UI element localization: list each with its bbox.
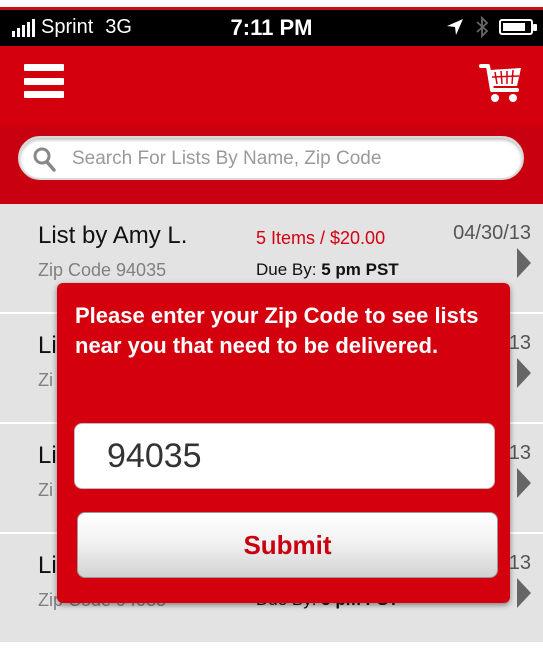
location-arrow-icon (447, 19, 463, 35)
list-items-price: 5 Items / $20.00 (256, 228, 386, 248)
list-name: Li (38, 442, 57, 469)
search-input[interactable] (72, 144, 512, 174)
top-edge (0, 0, 543, 10)
list-zip: Zi (38, 480, 53, 500)
navigation-bar (0, 46, 543, 126)
list-zip: Zi (38, 370, 53, 390)
chevron-right-icon[interactable] (517, 578, 531, 608)
list-date: 04/30/13 (453, 222, 531, 244)
list-date: 13 (508, 332, 531, 354)
list-date: 13 (508, 552, 531, 574)
search-icon (33, 147, 56, 172)
list-name: Li (38, 332, 57, 359)
chevron-right-icon[interactable] (517, 358, 531, 388)
chevron-right-icon[interactable] (517, 248, 531, 278)
bluetooth-icon (476, 16, 489, 38)
list-name: Li (38, 552, 57, 579)
shopping-cart-icon[interactable] (479, 58, 525, 106)
zip-code-input[interactable] (74, 423, 495, 489)
status-bar: Sprint 3G 7:11 PM (0, 10, 543, 46)
hamburger-menu-icon[interactable] (24, 64, 64, 98)
search-bar (0, 126, 543, 204)
list-zip: Zip Code 94035 (38, 260, 167, 280)
list-date: 13 (508, 442, 531, 464)
submit-button[interactable]: Submit (77, 512, 498, 578)
zip-code-dialog: Please enter your Zip Code to see lists … (57, 283, 510, 603)
list-name: List by Amy L. (38, 222, 188, 249)
list-due: Due By: 5 pm PST (256, 260, 399, 279)
search-field[interactable] (18, 136, 524, 180)
battery-icon (499, 19, 537, 35)
dialog-message: Please enter your Zip Code to see lists … (75, 303, 479, 358)
chevron-right-icon[interactable] (517, 468, 531, 498)
